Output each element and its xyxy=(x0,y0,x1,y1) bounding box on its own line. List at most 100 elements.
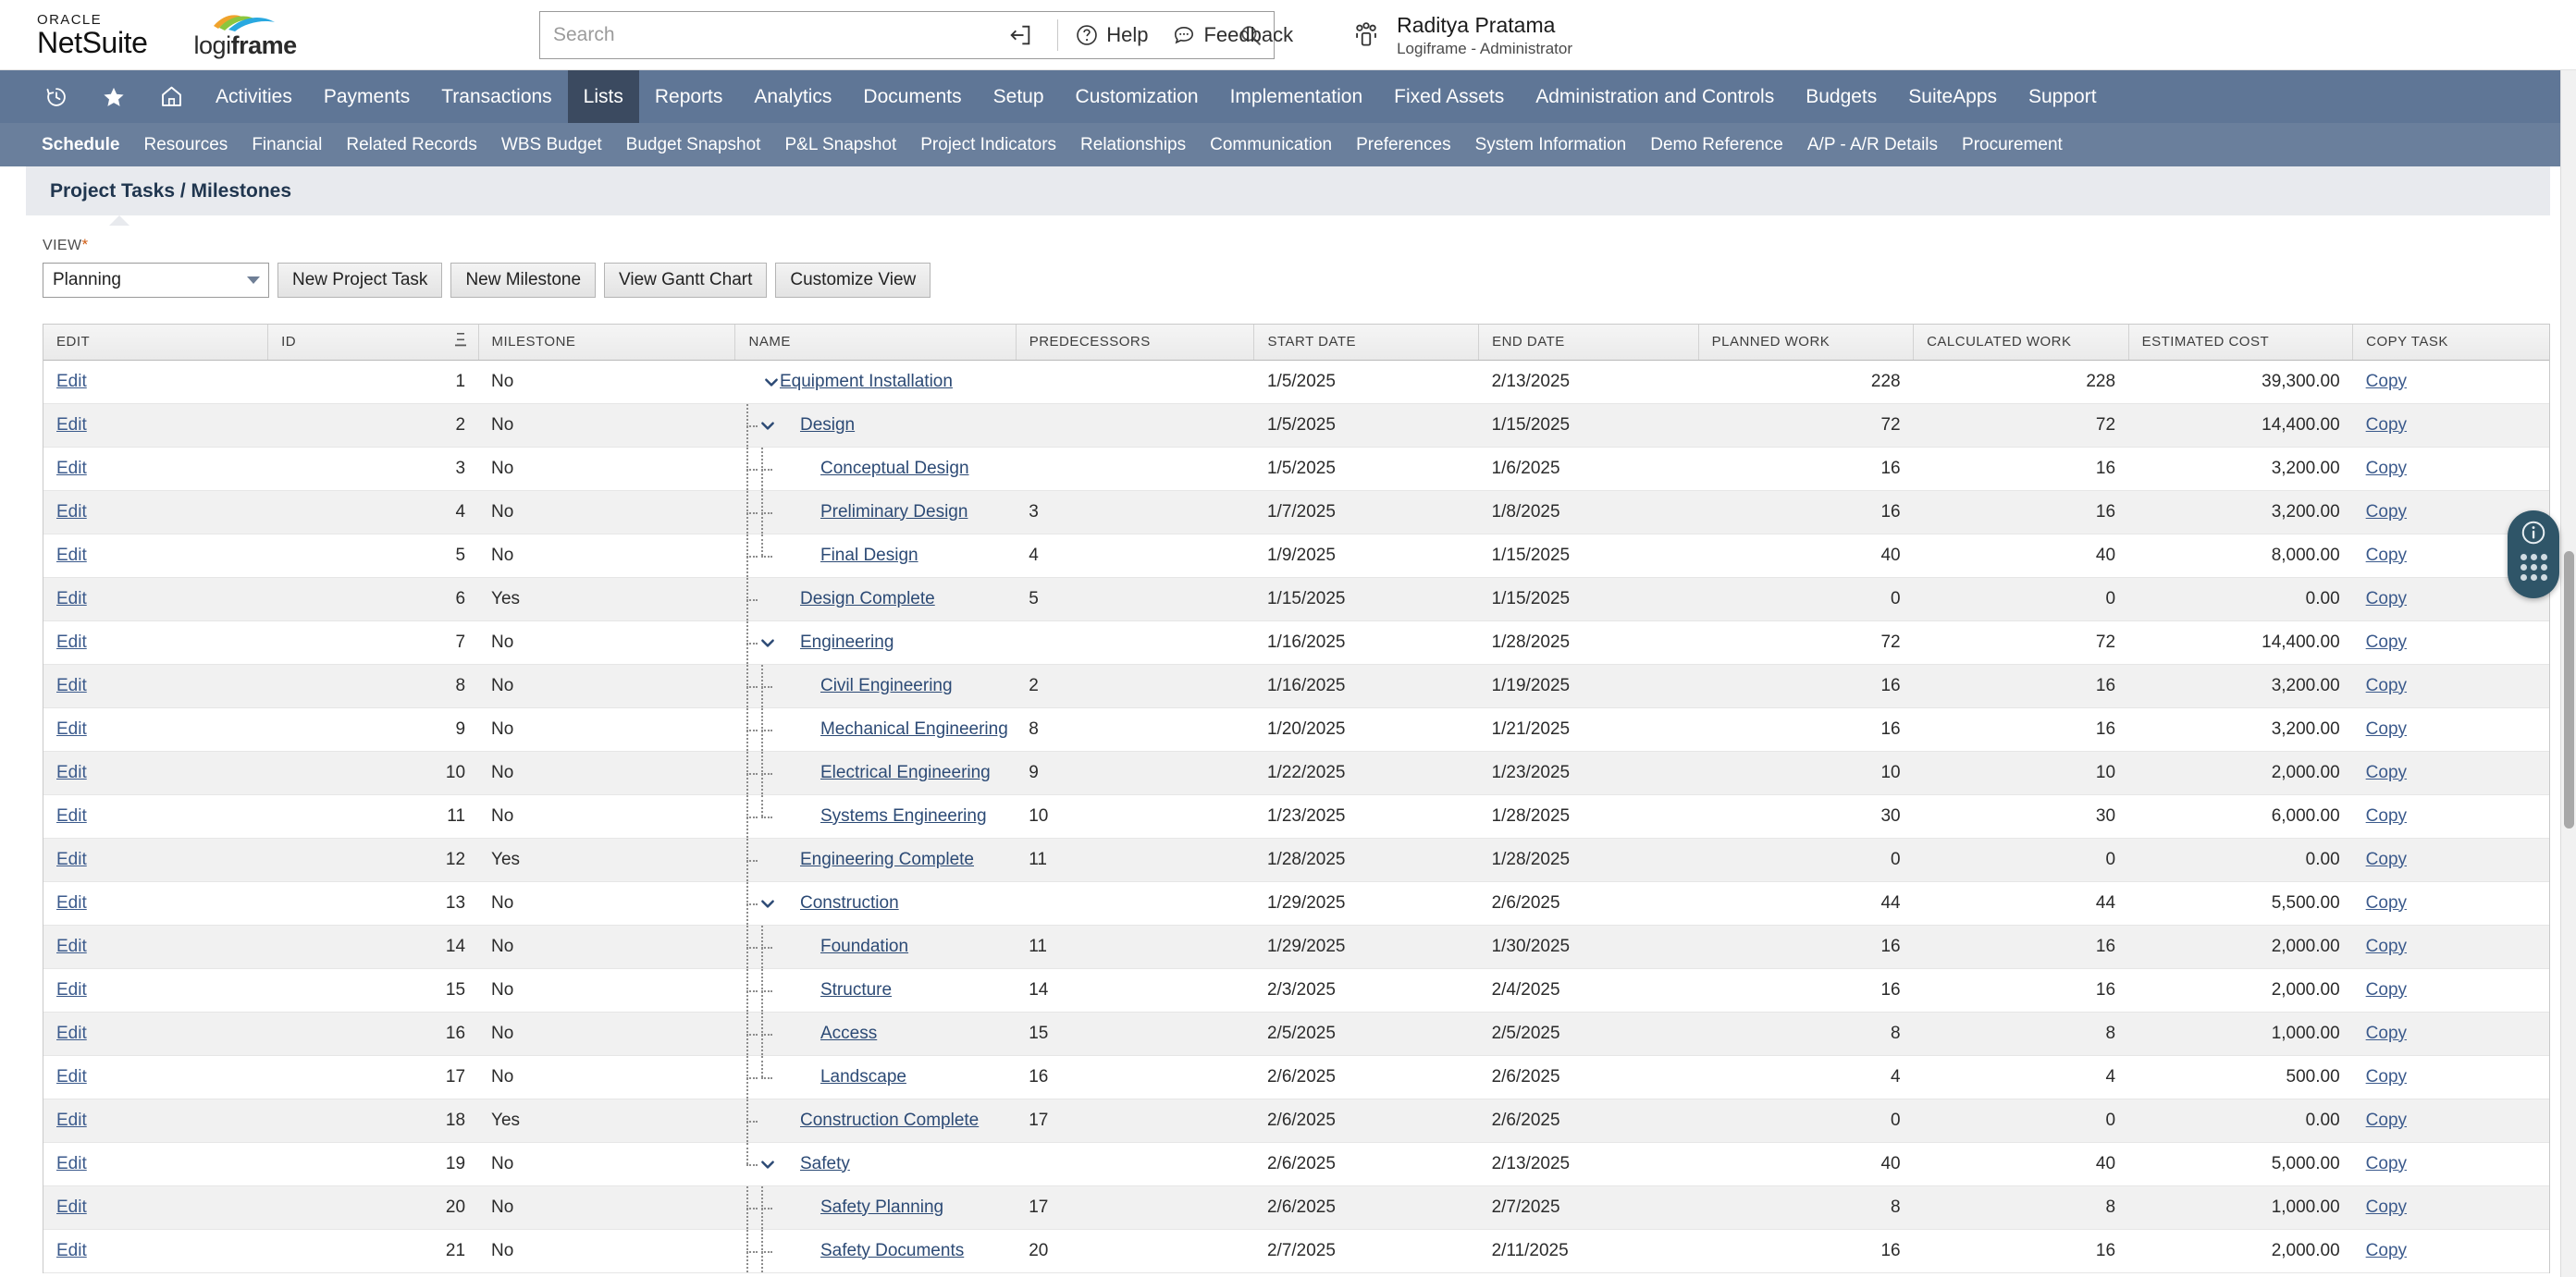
task-name-link[interactable]: Electrical Engineering xyxy=(820,763,991,783)
main-nav-item-customization[interactable]: Customization xyxy=(1060,70,1214,123)
edit-link[interactable]: Edit xyxy=(56,850,87,869)
customize-view-button[interactable]: Customize View xyxy=(775,263,931,298)
col-header-name[interactable]: NAME xyxy=(735,325,1016,360)
subnav-item-related-records[interactable]: Related Records xyxy=(334,135,489,155)
main-nav-item-activities[interactable]: Activities xyxy=(200,70,308,123)
task-name-link[interactable]: Structure xyxy=(820,980,892,1001)
expand-collapse-chevron-down-icon[interactable] xyxy=(763,374,780,390)
copy-link[interactable]: Copy xyxy=(2366,893,2407,913)
col-header-edit[interactable]: EDIT xyxy=(43,325,268,360)
edit-link[interactable]: Edit xyxy=(56,1154,87,1173)
oracle-netsuite-logo[interactable]: ORACLE NetSuite xyxy=(37,13,148,57)
subnav-item-communication[interactable]: Communication xyxy=(1198,135,1344,155)
task-name-link[interactable]: Final Design xyxy=(820,546,918,566)
main-nav-item-reports[interactable]: Reports xyxy=(639,70,739,123)
col-header-start-date[interactable]: START DATE xyxy=(1254,325,1479,360)
edit-link[interactable]: Edit xyxy=(56,1067,87,1087)
col-header-copy-task[interactable]: COPY TASK xyxy=(2353,325,2549,360)
view-gantt-chart-button[interactable]: View Gantt Chart xyxy=(604,263,767,298)
copy-link[interactable]: Copy xyxy=(2366,763,2407,782)
task-name-link[interactable]: Engineering Complete xyxy=(800,850,974,870)
favorites-button[interactable] xyxy=(85,70,142,123)
edit-link[interactable]: Edit xyxy=(56,719,87,739)
edit-link[interactable]: Edit xyxy=(56,1241,87,1260)
copy-link[interactable]: Copy xyxy=(2366,980,2407,1000)
copy-link[interactable]: Copy xyxy=(2366,1067,2407,1087)
recent-records-button[interactable] xyxy=(28,70,85,123)
copy-link[interactable]: Copy xyxy=(2366,719,2407,739)
sign-in-button[interactable] xyxy=(1000,15,1041,55)
subnav-item-budget-snapshot[interactable]: Budget Snapshot xyxy=(614,135,773,155)
subnav-item-relationships[interactable]: Relationships xyxy=(1068,135,1198,155)
copy-link[interactable]: Copy xyxy=(2366,1197,2407,1217)
task-name-link[interactable]: Conceptual Design xyxy=(820,459,969,479)
copy-link[interactable]: Copy xyxy=(2366,372,2407,391)
col-header-planned-work[interactable]: PLANNED WORK xyxy=(1698,325,1913,360)
feedback-button[interactable]: Feedback xyxy=(1172,23,1293,47)
main-nav-item-implementation[interactable]: Implementation xyxy=(1214,70,1379,123)
subnav-item-p-l-snapshot[interactable]: P&L Snapshot xyxy=(772,135,908,155)
expand-collapse-chevron-down-icon[interactable] xyxy=(759,895,776,912)
task-name-link[interactable]: Civil Engineering xyxy=(820,676,953,696)
edit-link[interactable]: Edit xyxy=(56,676,87,695)
task-name-link[interactable]: Systems Engineering xyxy=(820,806,987,827)
info-circle-icon[interactable] xyxy=(2520,519,2547,546)
main-nav-item-fixed-assets[interactable]: Fixed Assets xyxy=(1378,70,1520,123)
task-name-link[interactable]: Design xyxy=(800,415,855,436)
copy-link[interactable]: Copy xyxy=(2366,632,2407,652)
edit-link[interactable]: Edit xyxy=(56,632,87,652)
subnav-item-resources[interactable]: Resources xyxy=(131,135,240,155)
expand-collapse-chevron-down-icon[interactable] xyxy=(759,634,776,651)
edit-link[interactable]: Edit xyxy=(56,893,87,913)
edit-link[interactable]: Edit xyxy=(56,372,87,391)
edit-link[interactable]: Edit xyxy=(56,806,87,826)
user-menu[interactable]: Raditya Pratama Logiframe - Administrato… xyxy=(1350,12,1572,58)
copy-link[interactable]: Copy xyxy=(2366,1024,2407,1043)
app-grid-icon[interactable] xyxy=(2521,554,2547,581)
col-header-estimated-cost[interactable]: ESTIMATED COST xyxy=(2128,325,2353,360)
copy-link[interactable]: Copy xyxy=(2366,850,2407,869)
copy-link[interactable]: Copy xyxy=(2366,546,2407,565)
subnav-item-project-indicators[interactable]: Project Indicators xyxy=(908,135,1068,155)
copy-link[interactable]: Copy xyxy=(2366,806,2407,826)
col-header-end-date[interactable]: END DATE xyxy=(1479,325,1699,360)
task-name-link[interactable]: Safety xyxy=(800,1154,850,1174)
main-nav-item-suiteapps[interactable]: SuiteApps xyxy=(1892,70,2013,123)
main-nav-item-setup[interactable]: Setup xyxy=(978,70,1060,123)
subnav-item-demo-reference[interactable]: Demo Reference xyxy=(1638,135,1795,155)
edit-link[interactable]: Edit xyxy=(56,546,87,565)
copy-link[interactable]: Copy xyxy=(2366,676,2407,695)
edit-link[interactable]: Edit xyxy=(56,459,87,478)
col-header-id[interactable]: ID xyxy=(268,325,478,360)
main-nav-item-payments[interactable]: Payments xyxy=(308,70,425,123)
task-name-link[interactable]: Access xyxy=(820,1024,877,1044)
subnav-item-procurement[interactable]: Procurement xyxy=(1950,135,2075,155)
edit-link[interactable]: Edit xyxy=(56,937,87,956)
sort-indicator-icon[interactable] xyxy=(454,330,467,354)
col-header-calculated-work[interactable]: CALCULATED WORK xyxy=(1914,325,2128,360)
subnav-item-wbs-budget[interactable]: WBS Budget xyxy=(489,135,614,155)
task-name-link[interactable]: Mechanical Engineering xyxy=(820,719,1008,740)
task-name-link[interactable]: Equipment Installation xyxy=(780,372,953,392)
subnav-item-system-information[interactable]: System Information xyxy=(1463,135,1639,155)
view-select[interactable]: Planning xyxy=(43,263,269,298)
edit-link[interactable]: Edit xyxy=(56,589,87,608)
task-name-link[interactable]: Construction xyxy=(800,893,899,914)
assistant-widget[interactable] xyxy=(2508,510,2559,598)
subnav-item-preferences[interactable]: Preferences xyxy=(1344,135,1462,155)
edit-link[interactable]: Edit xyxy=(56,415,87,435)
task-name-link[interactable]: Design Complete xyxy=(800,589,935,609)
task-name-link[interactable]: Construction Complete xyxy=(800,1111,979,1131)
edit-link[interactable]: Edit xyxy=(56,980,87,1000)
copy-link[interactable]: Copy xyxy=(2366,589,2407,608)
home-button[interactable] xyxy=(142,70,200,123)
main-nav-item-support[interactable]: Support xyxy=(2013,70,2113,123)
subnav-item-financial[interactable]: Financial xyxy=(240,135,334,155)
new-milestone-button[interactable]: New Milestone xyxy=(450,263,596,298)
edit-link[interactable]: Edit xyxy=(56,763,87,782)
copy-link[interactable]: Copy xyxy=(2366,937,2407,956)
subnav-item-a-p-a-r-details[interactable]: A/P - A/R Details xyxy=(1795,135,1950,155)
copy-link[interactable]: Copy xyxy=(2366,502,2407,522)
task-name-link[interactable]: Landscape xyxy=(820,1067,906,1087)
task-name-link[interactable]: Engineering xyxy=(800,632,894,653)
